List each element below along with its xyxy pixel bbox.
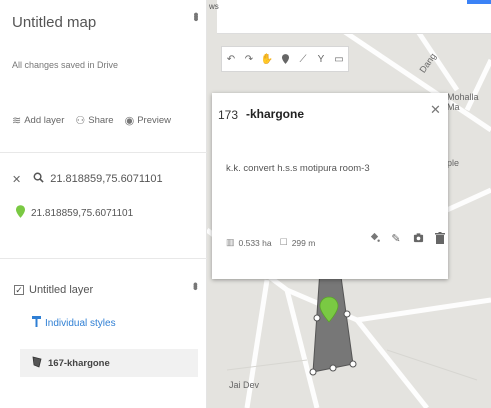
redo-icon[interactable]: ↷ xyxy=(240,47,258,71)
add-person-icon: ⚇ xyxy=(75,115,86,127)
preview-label: Preview xyxy=(137,115,171,126)
route-icon[interactable]: Y xyxy=(312,47,330,71)
map-label: ple xyxy=(447,158,460,168)
feature-measurements: ▥ 0.533 ha ☐ 299 m xyxy=(226,237,315,248)
preview-button[interactable]: ◉ Preview xyxy=(125,114,171,127)
accent-bar xyxy=(467,0,491,4)
map-label: Jai Dev xyxy=(229,380,260,390)
map-edge-label: ws xyxy=(209,2,219,11)
map-sidebar: Untitled map ••• All changes saved in Dr… xyxy=(0,0,207,408)
edit-icon[interactable]: ✎ xyxy=(390,232,402,247)
polygon-icon xyxy=(32,355,42,371)
ruler-icon[interactable]: ▭ xyxy=(330,47,348,71)
feature-info-popup: 173 -khargone ✕ k.k. convert h.s.s motip… xyxy=(212,93,448,279)
share-button[interactable]: ⚇ Share xyxy=(75,114,113,127)
map-pin-icon xyxy=(16,205,25,221)
search-result-header: ✕ 21.818859,75.6071101 xyxy=(12,172,163,186)
add-layer-label: Add layer xyxy=(24,115,65,126)
delete-icon[interactable] xyxy=(434,232,446,247)
feature-id: 173 xyxy=(218,108,239,122)
feature-description[interactable]: k.k. convert h.s.s motipura room-3 xyxy=(226,163,370,174)
feature-name: 167-khargone xyxy=(48,357,110,369)
eye-icon: ◉ xyxy=(124,115,135,127)
sidebar-toolbar: ≋ Add layer ⚇ Share ◉ Preview xyxy=(12,114,171,127)
feature-actions: ✎ xyxy=(368,232,446,247)
layer-visibility-checkbox[interactable]: ✓ xyxy=(14,285,24,295)
paint-bucket-icon[interactable] xyxy=(368,232,380,247)
close-icon[interactable]: ✕ xyxy=(12,173,21,186)
area-icon: ▥ xyxy=(226,237,235,247)
map-top-bar xyxy=(217,0,491,34)
save-status: All changes saved in Drive xyxy=(12,60,119,70)
line-icon[interactable]: ⟋ xyxy=(294,47,312,71)
layers-icon: ≋ xyxy=(12,115,22,127)
layer-name[interactable]: Untitled layer xyxy=(29,284,93,296)
search-icon xyxy=(33,172,44,186)
divider xyxy=(0,258,207,259)
perimeter-icon: ☐ xyxy=(279,237,288,247)
more-vert-icon[interactable]: ••• xyxy=(187,12,204,19)
feature-area: 0.533 ha xyxy=(238,237,272,248)
divider xyxy=(0,152,207,153)
individual-styles-link[interactable]: Individual styles xyxy=(32,316,116,330)
map-draw-toolbar: ↶ ↷ ✋ ⟋ Y ▭ xyxy=(221,46,349,72)
share-label: Share xyxy=(88,115,114,126)
layer-more-vert-icon[interactable]: ••• xyxy=(188,282,204,288)
map-title[interactable]: Untitled map xyxy=(12,14,96,31)
feature-perimeter: 299 m xyxy=(291,237,316,248)
feature-title[interactable]: -khargone xyxy=(246,107,304,121)
search-result-item[interactable]: 21.818859,75.6071101 xyxy=(16,205,133,221)
layer-header: ✓ Untitled layer xyxy=(14,284,93,296)
close-icon[interactable]: ✕ xyxy=(430,102,441,118)
paint-roller-icon xyxy=(32,316,41,330)
individual-styles-label: Individual styles xyxy=(45,317,116,329)
undo-icon[interactable]: ↶ xyxy=(222,47,240,71)
map-label: Mohalla Ma xyxy=(447,92,479,112)
marker-icon[interactable] xyxy=(276,47,294,71)
hand-icon[interactable]: ✋ xyxy=(258,47,276,71)
search-result-label: 21.818859,75.6071101 xyxy=(31,207,134,219)
search-query[interactable]: 21.818859,75.6071101 xyxy=(50,173,162,185)
layer-feature-item[interactable]: 167-khargone xyxy=(20,349,198,377)
add-layer-button[interactable]: ≋ Add layer xyxy=(12,114,64,127)
camera-icon[interactable] xyxy=(412,232,424,247)
